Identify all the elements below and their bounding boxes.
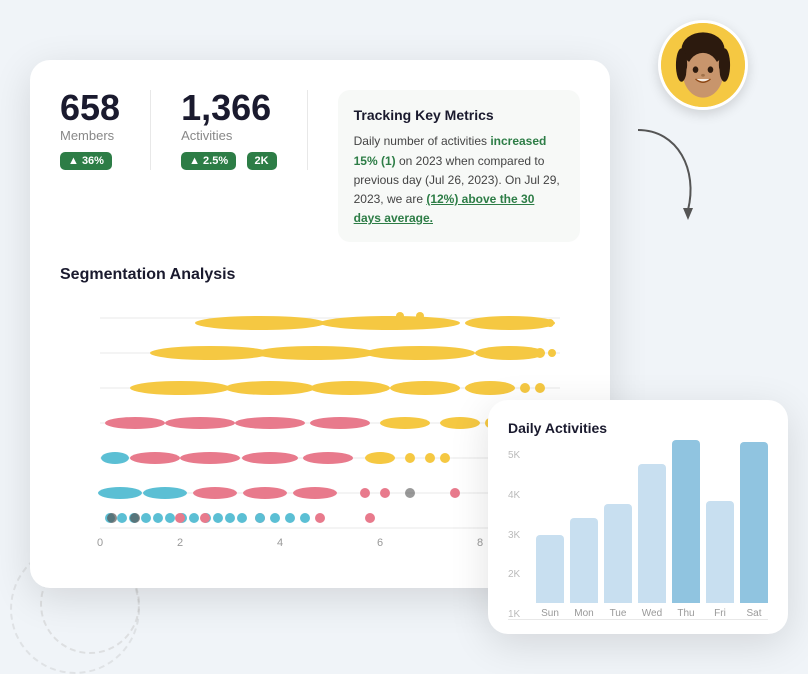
bar-wed: Wed	[638, 464, 666, 619]
tracking-title: Tracking Key Metrics	[354, 104, 564, 126]
bar-mon-fill	[570, 518, 598, 603]
bar-sun-label: Sun	[541, 608, 559, 619]
tracking-box: Tracking Key Metrics Daily number of act…	[338, 90, 580, 242]
bar-thu: Thu	[672, 440, 700, 619]
activities-label: Activities	[181, 128, 277, 143]
svg-text:2: 2	[177, 537, 183, 549]
activities-value: 1,366	[181, 90, 277, 126]
bar-thu-fill	[672, 440, 700, 603]
bar-chart-wrapper: 5K 4K 3K 2K 1K Sun Mon	[508, 450, 768, 620]
svg-text:0: 0	[97, 537, 103, 549]
bar-wed-label: Wed	[642, 608, 662, 619]
svg-text:4: 4	[277, 537, 283, 549]
arrow	[628, 120, 708, 220]
members-metric: 658 Members ▲ 36%	[60, 90, 151, 170]
bar-wed-fill	[638, 464, 666, 603]
bar-mon: Mon	[570, 518, 598, 619]
segmentation-title: Segmentation Analysis	[60, 266, 580, 284]
svg-text:6: 6	[377, 537, 383, 549]
metrics-row: 658 Members ▲ 36% 1,366 Activities ▲ 2.5…	[60, 90, 580, 242]
bar-tue: Tue	[604, 504, 632, 619]
members-badge: ▲ 36%	[60, 152, 112, 170]
bar-sun-fill	[536, 535, 564, 603]
bar-tue-fill	[604, 504, 632, 603]
tracking-text-1: Daily number of activities	[354, 134, 491, 148]
bar-chart-area: Sun Mon Tue Wed	[508, 450, 768, 620]
bar-fri-label: Fri	[714, 608, 726, 619]
activities-metric: 1,366 Activities ▲ 2.5% 2K	[181, 90, 308, 170]
svg-text:8: 8	[477, 537, 483, 549]
avatar-container	[658, 20, 748, 110]
activities-badge: ▲ 2.5%	[181, 152, 236, 170]
members-label: Members	[60, 128, 120, 143]
daily-activities-card: Daily Activities 5K 4K 3K 2K 1K Sun Mo	[488, 400, 788, 634]
bar-fri: Fri	[706, 501, 734, 619]
bar-fri-fill	[706, 501, 734, 603]
bar-sat-label: Sat	[746, 608, 761, 619]
scene: 658 Members ▲ 36% 1,366 Activities ▲ 2.5…	[0, 0, 808, 664]
bar-thu-label: Thu	[677, 608, 694, 619]
avatar	[661, 20, 745, 110]
bar-tue-label: Tue	[610, 608, 627, 619]
bar-sat: Sat	[740, 442, 768, 620]
bar-sun: Sun	[536, 535, 564, 619]
bar-mon-label: Mon	[574, 608, 593, 619]
members-value: 658	[60, 90, 120, 126]
bar-sat-fill	[740, 442, 768, 604]
activities-extra-badge: 2K	[247, 152, 277, 170]
daily-activities-title: Daily Activities	[508, 420, 768, 436]
